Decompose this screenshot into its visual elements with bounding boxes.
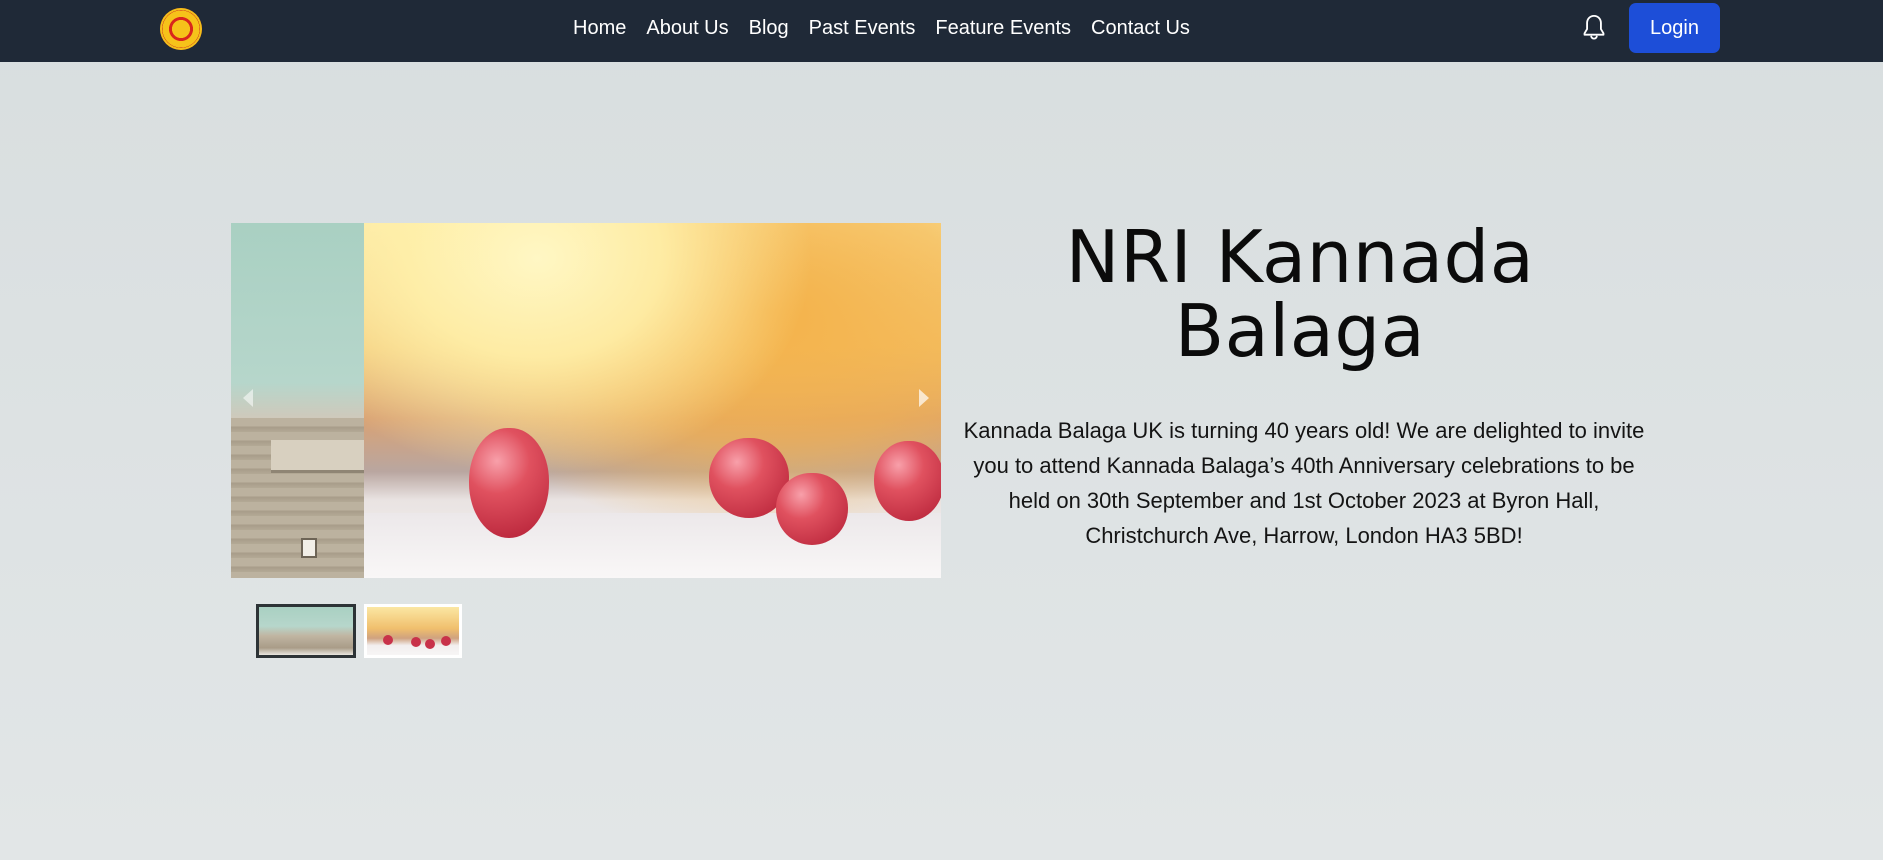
- chevron-left-icon[interactable]: [243, 389, 253, 407]
- nav-home[interactable]: Home: [573, 17, 626, 40]
- hero-description: Kannada Balaga UK is turning 40 years ol…: [963, 418, 1645, 548]
- nav-blog[interactable]: Blog: [749, 17, 789, 40]
- carousel-slide-raspberries: [364, 223, 941, 578]
- thumbnail-raspberry: [425, 639, 435, 649]
- carousel-thumbnail-1[interactable]: [256, 604, 356, 658]
- thumbnail-raspberry: [441, 636, 451, 646]
- carousel-thumbnail-2[interactable]: [364, 604, 462, 658]
- nav-past-events[interactable]: Past Events: [809, 17, 916, 40]
- raspberry-image: [776, 473, 848, 545]
- bell-icon[interactable]: [1580, 13, 1608, 43]
- hero-title: NRI Kannada Balaga: [1065, 215, 1535, 373]
- raspberry-image: [874, 441, 941, 521]
- chevron-right-icon[interactable]: [919, 389, 929, 407]
- raspberry-image: [469, 428, 549, 538]
- table-surface: [364, 513, 941, 578]
- nav-about-us[interactable]: About Us: [646, 17, 728, 40]
- kannada-balaga-logo[interactable]: [160, 8, 202, 50]
- building-image: [231, 418, 364, 578]
- login-button[interactable]: Login: [1629, 3, 1720, 53]
- thumbnail-raspberry: [383, 635, 393, 645]
- top-navbar: Home About Us Blog Past Events Feature E…: [0, 0, 1883, 62]
- main-nav: Home About Us Blog Past Events Feature E…: [573, 0, 1190, 56]
- nav-contact-us[interactable]: Contact Us: [1091, 17, 1190, 40]
- nav-feature-events[interactable]: Feature Events: [935, 17, 1071, 40]
- thumbnail-raspberry: [411, 637, 421, 647]
- image-carousel[interactable]: [231, 223, 941, 578]
